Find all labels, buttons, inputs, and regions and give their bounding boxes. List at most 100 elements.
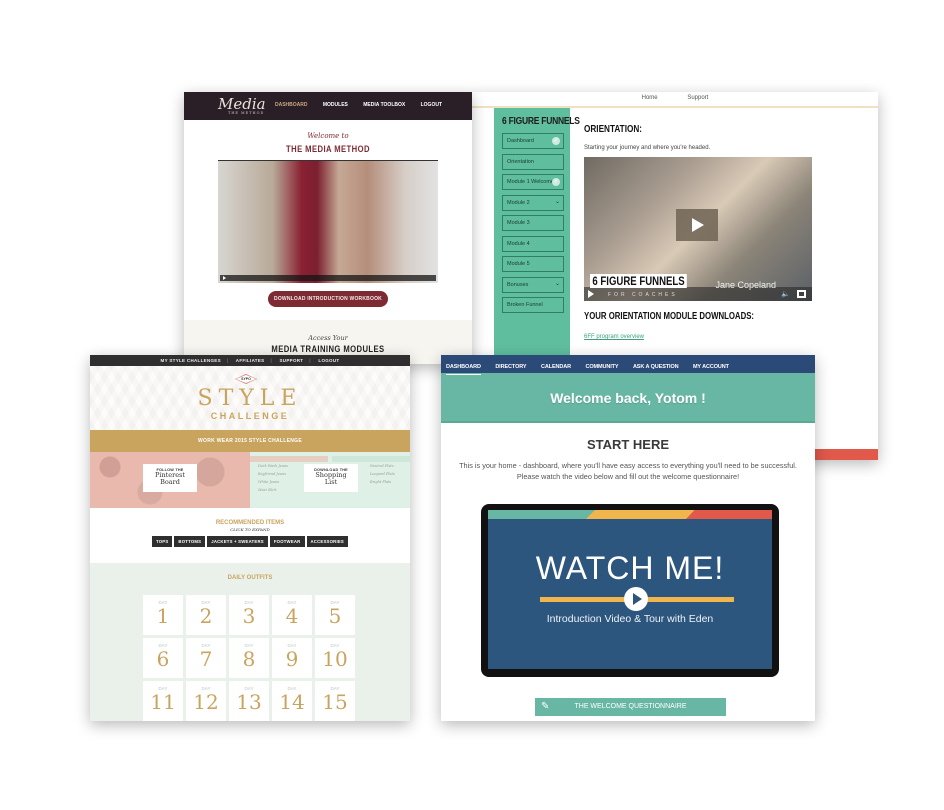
nav-dashboard[interactable]: DASHBOARD	[275, 102, 308, 108]
nav-media-toolbox[interactable]: MEDIA TOOLBOX	[363, 102, 405, 108]
welcome-banner: Welcome back, Yotom !	[441, 373, 815, 423]
button-label: THE WELCOME QUESTIONNAIRE	[574, 703, 687, 710]
day-1-tile[interactable]: DAY 1	[143, 595, 183, 635]
nav-dashboard[interactable]: DASHBOARD	[446, 360, 481, 375]
day-11-tile[interactable]: DAY 11	[143, 681, 183, 721]
list-item: Bright Flats	[370, 480, 392, 484]
play-button-icon[interactable]	[676, 209, 718, 241]
intro-text: This is your home - dashboard, where you…	[441, 460, 815, 482]
page-subtitle: Starting your journey and where you're h…	[584, 145, 711, 151]
day-7-tile[interactable]: DAY 7	[186, 638, 226, 678]
sidebar-item-bonuses[interactable]: Bonuses ⌄	[502, 276, 564, 293]
recommended-title: RECOMMENDED ITEMS	[215, 520, 285, 526]
intro-video-player[interactable]	[218, 161, 438, 283]
day-5-tile[interactable]: DAY 5	[315, 595, 355, 635]
day-14-tile[interactable]: DAY 14	[272, 681, 312, 721]
day-number: 5	[328, 604, 342, 628]
badge-text: SYPO	[236, 375, 256, 383]
media-method-logo[interactable]: Media THE METHOD	[218, 95, 266, 115]
sidebar-item-module-2[interactable]: Module 2 ⌄	[502, 194, 564, 211]
hero-logo-area: SYPO STYLE CHALLENGE	[90, 366, 410, 430]
pinterest-board-card[interactable]: FOLLOW THE Pinterest Board	[143, 464, 197, 492]
nav-support-link[interactable]: Support	[687, 95, 708, 101]
sidebar-item-module-5[interactable]: Module 5	[502, 256, 564, 272]
media-method-screenshot: Media THE METHOD DASHBOARD MODULES MEDIA …	[184, 92, 472, 364]
welcome-questionnaire-button[interactable]: ✎ THE WELCOME QUESTIONNAIRE	[535, 698, 726, 716]
download-link[interactable]: 6FF program overview	[584, 334, 878, 340]
nav-home-link[interactable]: Home	[642, 95, 658, 101]
card-big-text: List	[324, 478, 338, 486]
category-accessories-button[interactable]: ACCESSORIES	[306, 536, 348, 547]
sidebar-item-label: Broken Funnel	[507, 302, 543, 308]
day-15-tile[interactable]: DAY 15	[315, 681, 355, 721]
day-13-tile[interactable]: DAY 13	[229, 681, 269, 721]
main-nav: DASHBOARD MODULES MEDIA TOOLBOX LOGOUT	[261, 102, 442, 108]
sidebar-item-label: Module 1 Welcome	[507, 179, 554, 185]
play-icon[interactable]	[588, 290, 594, 298]
top-nav: MY STYLE CHALLENGES | AFFILIATES | SUPPORT…	[90, 355, 410, 366]
day-6-tile[interactable]: DAY 6	[143, 638, 183, 678]
video-title: WATCH ME!	[535, 550, 725, 586]
orientation-video-player[interactable]: 6 FIGURE FUNNELS FOR COACHES Jane Copela…	[584, 157, 812, 301]
day-number: 10	[322, 647, 348, 671]
start-here-heading: START HERE	[586, 437, 670, 452]
sidebar-item-module-1[interactable]: Module 1 Welcome ✓	[502, 174, 564, 190]
list-item: Neutral Flats	[370, 464, 394, 468]
sidebar-item-module-4[interactable]: Module 4	[502, 235, 564, 252]
day-3-tile[interactable]: DAY 3	[229, 595, 269, 635]
welcome-video-frame[interactable]: WATCH ME! Introduction Video & Tour with…	[481, 504, 779, 677]
category-footwear-button[interactable]: FOOTWEAR	[269, 536, 305, 547]
video-brand-subtext: FOR COACHES	[608, 292, 678, 298]
nav-logout[interactable]: LOGOUT	[318, 358, 339, 363]
category-bottoms-button[interactable]: BOTTOMS	[174, 536, 206, 547]
video-control-bar[interactable]	[220, 275, 436, 281]
day-number: 14	[279, 690, 305, 714]
day-number: 4	[285, 604, 299, 628]
sidebar-item-label: Module 2	[507, 199, 530, 206]
play-circle-icon[interactable]	[624, 587, 648, 611]
list-item: Boyfriend Jeans	[258, 472, 287, 476]
sidebar-item-orientation[interactable]: Orientation	[502, 153, 564, 170]
recommended-subtitle: CLICK TO EXPAND	[230, 527, 270, 532]
video-screen[interactable]: WATCH ME! Introduction Video & Tour with…	[488, 510, 772, 669]
list-item: Dark Wash Jeans	[258, 464, 288, 468]
course-sidebar-title: 6 FIGURE FUNNELS	[502, 116, 580, 127]
sidebar-item-dashboard[interactable]: Dashboard ✓	[502, 133, 564, 149]
nav-logout[interactable]: LOGOUT	[421, 102, 442, 108]
sidebar-item-module-3[interactable]: Module 3	[502, 215, 564, 231]
sidebar-item-label: Module 4	[507, 240, 530, 247]
day-9-tile[interactable]: DAY 9	[272, 638, 312, 678]
nav-separator: |	[270, 358, 272, 363]
day-2-tile[interactable]: DAY 2	[186, 595, 226, 635]
day-10-tile[interactable]: DAY 10	[315, 638, 355, 678]
shoes-list: Neutral Flats Leopard Flats Bright Flats	[370, 462, 395, 486]
day-number: 1	[156, 604, 170, 628]
sidebar-item-label: Dashboard	[507, 138, 534, 144]
page-title: ORIENTATION:	[584, 124, 643, 135]
nav-affiliates[interactable]: AFFILIATES	[236, 358, 265, 363]
volume-icon[interactable]: 🔈	[781, 290, 790, 298]
sidebar-item-label: Orientation	[507, 158, 534, 165]
day-4-tile[interactable]: DAY 4	[272, 595, 312, 635]
category-tops-button[interactable]: TOPS	[152, 536, 173, 547]
logo-challenge: CHALLENGE	[210, 411, 290, 421]
fullscreen-icon[interactable]	[797, 290, 806, 298]
nav-my-style-challenges[interactable]: MY STYLE CHALLENGES	[161, 358, 221, 363]
day-grid: DAY 1 DAY 2 DAY 3 DAY 4 DAY 5 DAY 6 DAY 7 DAY 8 DAY 9 DAY 1…	[143, 595, 359, 721]
funnels-main-content: ORIENTATION: Starting your journey and w…	[584, 108, 878, 340]
shopping-list-card[interactable]: DOWNLOAD THE Shopping List	[304, 464, 358, 492]
download-workbook-button[interactable]: DOWNLOAD INTRODUCTION WORKBOOK	[268, 291, 388, 307]
style-challenge-screenshot: MY STYLE CHALLENGES | AFFILIATES | SUPPORT…	[90, 355, 410, 721]
logo-subtext: THE METHOD	[228, 111, 265, 115]
sidebar-item-broken-funnel[interactable]: Broken Funnel	[502, 297, 564, 313]
day-number: 11	[150, 690, 176, 714]
day-8-tile[interactable]: DAY 8	[229, 638, 269, 678]
intro-line: Please watch the video below and fill ou…	[516, 472, 740, 481]
nav-directory[interactable]: DIRECTORY	[495, 358, 526, 376]
check-circle-icon: ✓	[552, 178, 560, 186]
day-12-tile[interactable]: DAY 12	[186, 681, 226, 721]
nav-modules[interactable]: MODULES	[323, 102, 348, 108]
nav-support[interactable]: SUPPORT	[280, 358, 304, 363]
bottoms-list: Dark Wash Jeans Boyfriend Jeans White Je…	[258, 462, 288, 494]
category-jackets-button[interactable]: JACKETS + SWEATERS	[207, 536, 268, 547]
